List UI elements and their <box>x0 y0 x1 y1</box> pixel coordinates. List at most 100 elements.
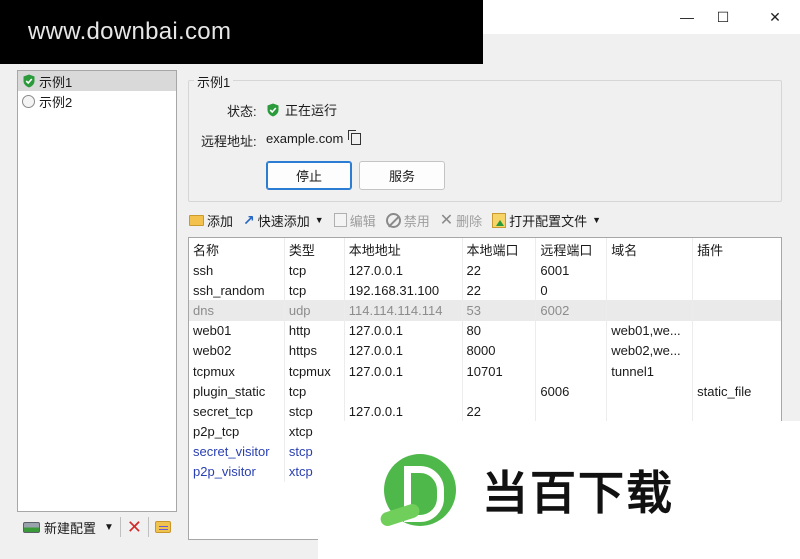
table-cell: 192.168.31.100 <box>345 280 463 301</box>
column-header[interactable]: 类型 <box>285 238 345 260</box>
table-cell: 6006 <box>536 381 608 402</box>
table-header: 名称 类型 本地地址 本地端口 远程端口 域名 插件 <box>189 238 781 260</box>
shield-check-icon <box>267 103 279 116</box>
table-cell: https <box>285 340 345 361</box>
table-cell <box>463 381 537 402</box>
stop-button[interactable]: 停止 <box>266 161 352 190</box>
new-config-dropdown-icon[interactable]: ▼ <box>104 522 114 533</box>
open-folder-icon[interactable] <box>155 521 172 533</box>
column-header[interactable]: 本地端口 <box>463 238 537 260</box>
delete-label: 删除 <box>456 213 483 229</box>
table-cell: web01,we... <box>607 320 694 341</box>
brand-logo-icon <box>384 454 456 526</box>
table-row[interactable]: web02 https 127.0.0.1 8000 web02,we... <box>189 340 781 361</box>
table-cell <box>693 401 781 421</box>
table-cell: 22 <box>463 260 537 281</box>
drive-icon <box>23 521 40 533</box>
add-label: 添加 <box>207 213 234 229</box>
table-cell <box>693 321 781 341</box>
table-cell: plugin_static <box>189 381 285 402</box>
table-cell: tcp <box>285 280 345 301</box>
table-cell <box>536 360 608 382</box>
status-value: 正在运行 <box>266 100 337 119</box>
table-cell: 127.0.0.1 <box>345 260 463 281</box>
table-cell <box>693 341 781 361</box>
stopped-circle-icon <box>22 94 35 108</box>
table-cell: ssh <box>189 260 285 281</box>
column-header[interactable]: 远程端口 <box>536 238 608 260</box>
table-row[interactable]: web01 http 127.0.0.1 80 web01,we... <box>189 320 781 341</box>
table-cell <box>536 401 608 422</box>
open-config-button[interactable]: 打开配置文件 ▼ <box>492 211 601 230</box>
brand-overlay: 当百下载 <box>318 421 800 559</box>
add-button[interactable]: 添加 <box>189 211 233 230</box>
table-cell: 22 <box>463 280 537 301</box>
edit-icon <box>333 213 347 227</box>
service-button[interactable]: 服务 <box>359 161 445 190</box>
open-file-icon <box>492 212 507 228</box>
table-cell <box>607 260 694 281</box>
table-cell: web01 <box>189 320 285 341</box>
table-row[interactable]: plugin_static tcp 6006 static_file <box>189 381 781 402</box>
table-row[interactable]: ssh_random tcp 192.168.31.100 22 0 <box>189 280 781 301</box>
remote-address-text: example.com <box>266 131 344 146</box>
brand-text: 当百下载 <box>482 467 674 519</box>
table-cell: tcp <box>285 381 345 402</box>
table-cell <box>607 280 694 301</box>
arrow-icon: ↗ <box>243 211 255 228</box>
disable-button[interactable]: 禁用 <box>385 211 430 230</box>
delete-button[interactable]: ✕ 删除 <box>440 210 482 230</box>
new-config-button[interactable]: 新建配置 <box>17 518 96 537</box>
table-cell: 80 <box>463 320 537 341</box>
table-row[interactable]: dns udp 114.114.114.114 53 6002 <box>189 300 781 321</box>
table-cell: 6002 <box>536 300 608 321</box>
table-cell: tunnel1 <box>607 360 694 382</box>
edit-button[interactable]: 编辑 <box>333 211 376 230</box>
table-row[interactable]: tcpmux tcpmux 127.0.0.1 10701 tunnel1 <box>189 360 781 382</box>
table-cell: 6001 <box>536 260 608 281</box>
table-cell: http <box>285 320 345 341</box>
tree-item-config1[interactable]: 示例1 <box>18 71 176 91</box>
table-row[interactable]: secret_tcp stcp 127.0.0.1 22 <box>189 401 781 422</box>
table-cell: udp <box>285 300 345 321</box>
close-button[interactable]: ✕ <box>752 0 798 34</box>
divider <box>148 517 150 537</box>
table-cell: 0 <box>536 280 608 301</box>
maximize-button[interactable]: ☐ <box>700 0 746 34</box>
table-cell: 114.114.114.114 <box>345 300 463 321</box>
copy-icon[interactable] <box>348 129 362 145</box>
table-cell: web02,we... <box>607 340 694 361</box>
table-cell: stcp <box>285 401 345 422</box>
table-cell <box>607 381 694 402</box>
column-header[interactable]: 本地地址 <box>345 238 463 260</box>
proxy-toolbar: 添加 ↗ 快速添加 ▼ 编辑 禁用 ✕ 删除 打开配置文件 ▼ <box>189 208 601 232</box>
table-cell: tcpmux <box>189 360 285 382</box>
config-tree[interactable]: 示例1 示例2 <box>17 70 177 512</box>
column-header[interactable]: 域名 <box>607 238 694 260</box>
table-cell: 8000 <box>463 340 537 361</box>
tree-item-config2[interactable]: 示例2 <box>18 91 176 111</box>
table-cell: 10701 <box>463 360 537 382</box>
delete-config-icon[interactable]: ✕ <box>127 518 142 536</box>
table-cell <box>607 300 694 321</box>
table-cell: secret_visitor <box>189 441 285 462</box>
edit-label: 编辑 <box>349 213 376 229</box>
table-cell: 22 <box>463 401 537 422</box>
table-cell: 127.0.0.1 <box>345 340 463 361</box>
table-cell <box>536 320 608 341</box>
divider <box>119 517 121 537</box>
table-cell <box>693 300 781 320</box>
table-cell <box>536 340 608 361</box>
column-header[interactable]: 插件 <box>693 238 781 260</box>
table-cell: 53 <box>463 300 537 321</box>
remote-address-label: 远程地址: <box>201 134 257 149</box>
table-cell <box>607 401 694 422</box>
table-cell: dns <box>189 300 285 321</box>
table-cell: tcpmux <box>285 360 345 382</box>
column-header[interactable]: 名称 <box>189 238 285 260</box>
table-cell: static_file <box>697 383 752 399</box>
remote-address-value: example.com <box>266 129 362 146</box>
quick-add-button[interactable]: ↗ 快速添加 ▼ <box>243 211 324 230</box>
table-row[interactable]: ssh tcp 127.0.0.1 22 6001 <box>189 260 781 281</box>
new-config-label: 新建配置 <box>44 520 97 536</box>
